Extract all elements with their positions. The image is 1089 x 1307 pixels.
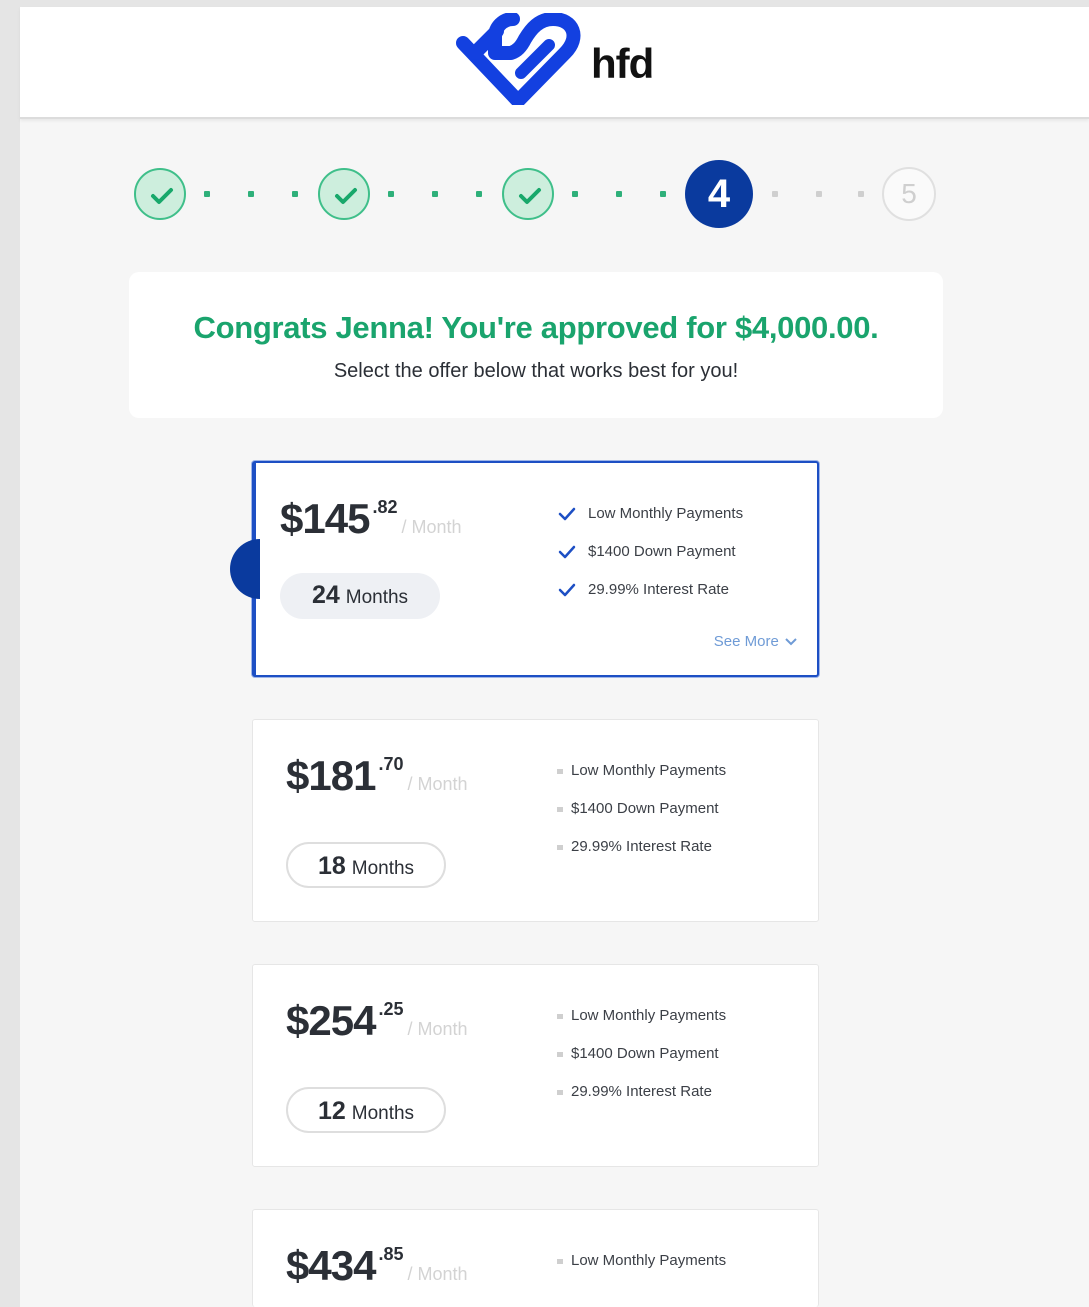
offer-price: $145.82/ Month: [280, 495, 462, 543]
feature-item: $1400 Down Payment: [555, 800, 726, 838]
progress-stepper: 4 5: [0, 158, 1089, 230]
price-unit: / Month: [407, 774, 468, 794]
check-icon: [558, 545, 576, 559]
bullet-icon: [557, 807, 563, 812]
feature-item: 29.99% Interest Rate: [558, 581, 743, 619]
offer-card-12-months[interactable]: $254.25/ Month 12 Months Low Monthly Paym…: [252, 964, 819, 1167]
step-connector-dot: [616, 191, 622, 197]
offer-card-fourth[interactable]: $434.85/ Month Low Monthly Payments: [252, 1209, 819, 1307]
check-icon: [151, 188, 173, 204]
feature-item: Low Monthly Payments: [558, 505, 743, 543]
hfd-logo-mark-icon: [456, 13, 581, 105]
term-number: 24: [311, 581, 340, 609]
price-unit: / Month: [401, 517, 462, 537]
brand-name: hfd: [591, 40, 654, 87]
feature-text: 29.99% Interest Rate: [588, 581, 729, 598]
feature-text: 29.99% Interest Rate: [571, 1083, 712, 1100]
offer-price: $254.25/ Month: [286, 997, 468, 1045]
offer-card-18-months[interactable]: $181.70/ Month 18 Months Low Monthly Paym…: [252, 719, 819, 922]
step-connector-dot: [572, 191, 578, 197]
header: hfd: [20, 7, 1089, 119]
step-connector-dot: [816, 191, 822, 197]
feature-item: Low Monthly Payments: [555, 762, 726, 800]
step-connector-dot: [432, 191, 438, 197]
term-pill: 12 Months: [286, 1087, 446, 1133]
price-dollars: $434: [286, 1242, 376, 1289]
step-connector-dot: [858, 191, 864, 197]
feature-item: Low Monthly Payments: [555, 1252, 726, 1290]
term-label: Months: [351, 1103, 415, 1124]
bullet-icon: [557, 1259, 563, 1264]
price-dollars: $254: [286, 997, 376, 1044]
feature-text: Low Monthly Payments: [588, 505, 744, 522]
check-icon: [558, 583, 576, 597]
feature-item: $1400 Down Payment: [558, 543, 743, 581]
price-cents: .82: [372, 497, 398, 517]
window-edge-top: [20, 0, 1089, 7]
step-connector-dot: [248, 191, 254, 197]
price-cents: .70: [378, 754, 404, 774]
feature-item: 29.99% Interest Rate: [555, 838, 726, 876]
offer-price: $434.85/ Month: [286, 1242, 468, 1290]
step-5-upcoming: 5: [882, 167, 936, 221]
feature-text: Low Monthly Payments: [571, 762, 727, 779]
term-number: 18: [317, 852, 346, 880]
price-dollars: $181: [286, 752, 376, 799]
price-cents: .85: [378, 1244, 404, 1264]
bullet-icon: [557, 1090, 563, 1095]
term-label: Months: [345, 587, 409, 608]
feature-text: Low Monthly Payments: [571, 1252, 727, 1269]
bullet-icon: [557, 1052, 563, 1057]
offer-card-24-months[interactable]: $145.82/ Month 24 Months Low Monthly Paym…: [230, 461, 819, 677]
feature-list: Low Monthly Payments $1400 Down Payment …: [555, 762, 726, 876]
check-icon: [519, 188, 541, 204]
step-connector-dot: [388, 191, 394, 197]
feature-item: $1400 Down Payment: [555, 1045, 726, 1083]
step-1-complete: [134, 168, 186, 220]
step-connector-dot: [772, 191, 778, 197]
step-connector-dot: [660, 191, 666, 197]
step-2-complete: [318, 168, 370, 220]
approval-title: Congrats Jenna! You're approved for $4,0…: [193, 310, 879, 345]
feature-text: 29.99% Interest Rate: [571, 838, 712, 855]
step-4-current: 4: [685, 160, 753, 228]
bullet-icon: [557, 769, 563, 774]
see-more-label: See More: [713, 633, 779, 650]
feature-list: Low Monthly Payments: [555, 1252, 726, 1290]
step-connector-dot: [476, 191, 482, 197]
step-connector-dot: [292, 191, 298, 197]
term-label: Months: [351, 858, 415, 879]
feature-item: Low Monthly Payments: [555, 1007, 726, 1045]
hfd-logo[interactable]: hfd: [453, 13, 673, 105]
term-number: 12: [317, 1097, 346, 1125]
step-3-complete: [502, 168, 554, 220]
feature-list: Low Monthly Payments $1400 Down Payment …: [558, 505, 743, 619]
see-more-link[interactable]: See More: [714, 633, 797, 650]
feature-text: $1400 Down Payment: [588, 543, 736, 560]
bullet-icon: [557, 1014, 563, 1019]
selected-indicator: [230, 539, 260, 599]
price-unit: / Month: [407, 1264, 468, 1284]
bullet-icon: [557, 845, 563, 850]
feature-text: $1400 Down Payment: [571, 1045, 719, 1062]
approval-subtitle: Select the offer below that works best f…: [333, 360, 739, 382]
price-cents: .25: [378, 999, 404, 1019]
check-icon: [335, 188, 357, 204]
feature-text: $1400 Down Payment: [571, 800, 719, 817]
chevron-down-icon: [785, 638, 797, 646]
step-connector-dot: [204, 191, 210, 197]
price-unit: / Month: [407, 1019, 468, 1039]
offer-price: $181.70/ Month: [286, 752, 468, 800]
price-dollars: $145: [280, 495, 370, 542]
feature-item: 29.99% Interest Rate: [555, 1083, 726, 1121]
term-pill: 18 Months: [286, 842, 446, 888]
term-pill: 24 Months: [280, 573, 440, 619]
feature-text: Low Monthly Payments: [571, 1007, 727, 1024]
check-icon: [558, 507, 576, 521]
feature-list: Low Monthly Payments $1400 Down Payment …: [555, 1007, 726, 1121]
approval-banner: Congrats Jenna! You're approved for $4,0…: [129, 272, 943, 418]
